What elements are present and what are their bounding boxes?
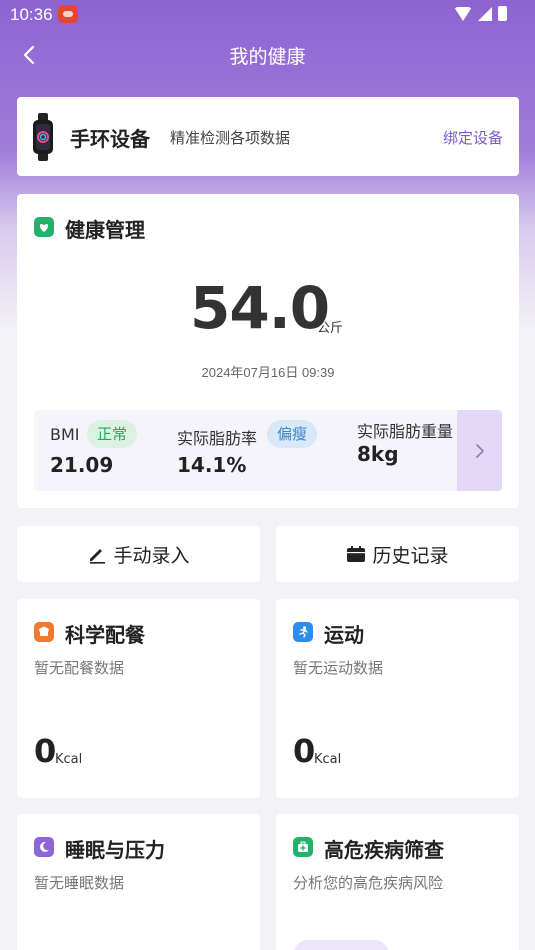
health-management-card: 健康管理 54.0 公斤 2024年07月16日 09:39 BMI 正常 21… <box>17 194 519 508</box>
history-label: 历史记录 <box>372 544 449 567</box>
calendar-icon <box>347 546 366 562</box>
page-title: 我的健康 <box>229 46 306 68</box>
weight-unit: 公斤 <box>317 321 344 336</box>
metric-label: BMI <box>50 425 80 444</box>
sleep-desc: 暂无睡眠数据 <box>34 874 125 892</box>
metrics-next-button[interactable] <box>457 410 502 491</box>
running-icon <box>293 622 313 642</box>
meal-value: 0 <box>34 732 57 770</box>
exercise-card[interactable]: 运动 暂无运动数据 0 Kcal <box>276 599 519 798</box>
device-description: 精准检测各项数据 <box>170 129 291 147</box>
risk-title: 高危疾病筛查 <box>324 838 444 862</box>
metric-value: 21.09 <box>50 453 114 477</box>
risk-screening-card[interactable]: 高危疾病筛查 分析您的高危疾病风险 <box>276 814 519 950</box>
status-badge: 偏瘦 <box>267 420 318 448</box>
meal-desc: 暂无配餐数据 <box>34 659 125 677</box>
medical-kit-icon <box>293 837 313 857</box>
health-title: 健康管理 <box>65 218 145 242</box>
status-icons <box>454 6 507 21</box>
device-title: 手环设备 <box>70 127 150 151</box>
status-badge: 正常 <box>87 420 138 448</box>
app-notification-icon <box>58 5 78 23</box>
sleep-stress-card[interactable]: 睡眠与压力 暂无睡眠数据 <box>17 814 260 950</box>
chevron-right-icon <box>475 443 484 458</box>
sport-unit: Kcal <box>314 752 342 767</box>
wifi-icon <box>454 6 472 21</box>
device-card[interactable]: 手环设备 精准检测各项数据 绑定设备 <box>17 97 519 176</box>
meal-unit: Kcal <box>55 752 83 767</box>
metric-value: 8kg <box>357 442 399 466</box>
weight-value: 54.0 <box>190 274 330 342</box>
manual-entry-button[interactable]: 手动录入 <box>17 526 260 582</box>
sport-title: 运动 <box>324 623 364 647</box>
meal-title: 科学配餐 <box>65 623 145 647</box>
sleep-title: 睡眠与压力 <box>65 838 165 862</box>
status-bar: 10:36 <box>0 0 535 30</box>
signal-icon <box>478 6 492 21</box>
moon-icon <box>34 837 54 857</box>
metrics-bar[interactable]: BMI 正常 21.09 实际脂肪率 偏瘦 14.1% 实际脂肪重量 8kg <box>34 410 502 491</box>
measured-time: 2024年07月16日 09:39 <box>201 365 335 380</box>
metric-fat-weight: 实际脂肪重量 8kg <box>357 410 457 491</box>
status-time: 10:36 <box>10 5 53 24</box>
metric-fat-rate: 实际脂肪率 偏瘦 14.1% <box>177 410 347 491</box>
meal-plan-card[interactable]: 科学配餐 暂无配餐数据 0 Kcal <box>17 599 260 798</box>
sport-value: 0 <box>293 732 316 770</box>
metric-bmi: BMI 正常 21.09 <box>50 410 170 491</box>
metric-value: 14.1% <box>177 453 247 477</box>
manual-entry-label: 手动录入 <box>113 544 190 567</box>
app-header: 我的健康 <box>0 36 535 74</box>
pencil-icon <box>90 549 106 564</box>
risk-action-button[interactable] <box>293 940 389 950</box>
risk-desc: 分析您的高危疾病风险 <box>293 874 444 892</box>
chef-hat-icon <box>34 622 54 642</box>
bind-device-link[interactable]: 绑定设备 <box>443 127 503 148</box>
battery-icon <box>498 6 507 21</box>
history-button[interactable]: 历史记录 <box>276 526 519 582</box>
heart-leaf-icon <box>34 217 54 237</box>
sport-desc: 暂无运动数据 <box>293 659 384 677</box>
smart-band-icon <box>33 113 53 161</box>
metric-label: 实际脂肪率 <box>177 429 258 448</box>
metric-label: 实际脂肪重量 <box>357 422 454 441</box>
